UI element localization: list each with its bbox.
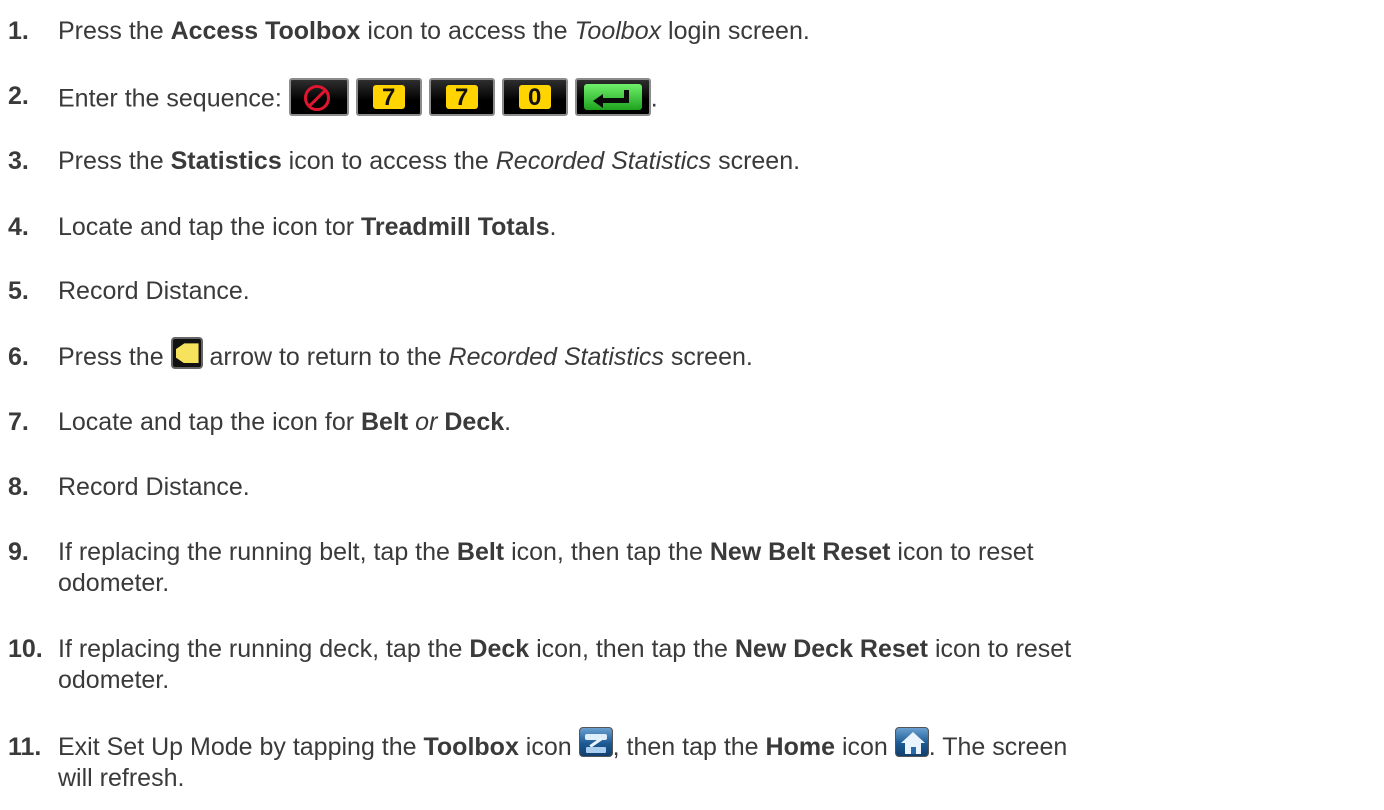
step-text: Locate and tap the icon tor Treadmill To… <box>58 213 557 241</box>
new-deck-reset-label: New Deck Reset <box>734 635 929 663</box>
step-text: Press the Access Toolbox icon to access … <box>58 17 810 45</box>
step-text: Record Distance. <box>58 277 250 305</box>
step-text: Locate and tap the icon for Belt or Deck… <box>58 408 512 436</box>
step-text: If replacing the running deck, tap the D… <box>58 635 1072 694</box>
back-arrow-icon <box>170 337 203 370</box>
step-text: Press the arrow to return to the Recorde… <box>58 337 1378 374</box>
step-number: 3. <box>8 147 29 175</box>
step-text: Exit Set Up Mode by tapping the Toolbox … <box>58 727 1378 794</box>
new-belt-reset-label: New Belt Reset <box>709 538 891 566</box>
cancel-key <box>288 78 349 116</box>
enter-key <box>574 78 651 116</box>
digit-key-0: 0 <box>501 78 568 116</box>
belt-label: Belt <box>456 538 505 566</box>
step-text: Record Distance. <box>58 473 250 501</box>
step-text: Enter the sequence: 770. <box>58 78 1378 119</box>
step-number: 7. <box>8 408 29 436</box>
toolbox-icon <box>578 727 613 758</box>
step-number: 10. <box>8 635 43 663</box>
digit-key-7: 7 <box>428 78 495 116</box>
digit-key-7: 7 <box>355 78 422 116</box>
toolbox-label: Toolbox <box>423 733 519 761</box>
recorded-statistics-label: Recorded Statistics <box>495 147 712 175</box>
step-text: Press the Statistics icon to access the … <box>58 147 801 175</box>
step-text: If replacing the running belt, tap the B… <box>58 538 1034 597</box>
treadmill-totals-label: Treadmill Totals <box>361 213 550 241</box>
toolbox-screen-label: Toolbox <box>574 17 662 45</box>
deck-label: Deck <box>469 635 530 663</box>
step-number: 8. <box>8 473 29 501</box>
step-number: 6. <box>8 343 29 371</box>
home-icon <box>894 727 929 758</box>
belt-label: Belt <box>361 408 409 436</box>
step-number: 9. <box>8 538 29 566</box>
step-number: 11. <box>8 733 42 761</box>
step-number: 2. <box>8 82 29 110</box>
deck-label: Deck <box>444 408 505 436</box>
key-sequence: 770 <box>288 78 651 116</box>
step-number: 4. <box>8 213 29 241</box>
access-toolbox-label: Access Toolbox <box>170 17 361 45</box>
cancel-icon <box>303 85 330 111</box>
home-label: Home <box>765 733 835 761</box>
statistics-label: Statistics <box>170 147 282 175</box>
step-number: 1. <box>8 17 29 45</box>
recorded-statistics-label: Recorded Statistics <box>448 343 664 371</box>
step-number: 5. <box>8 277 29 305</box>
